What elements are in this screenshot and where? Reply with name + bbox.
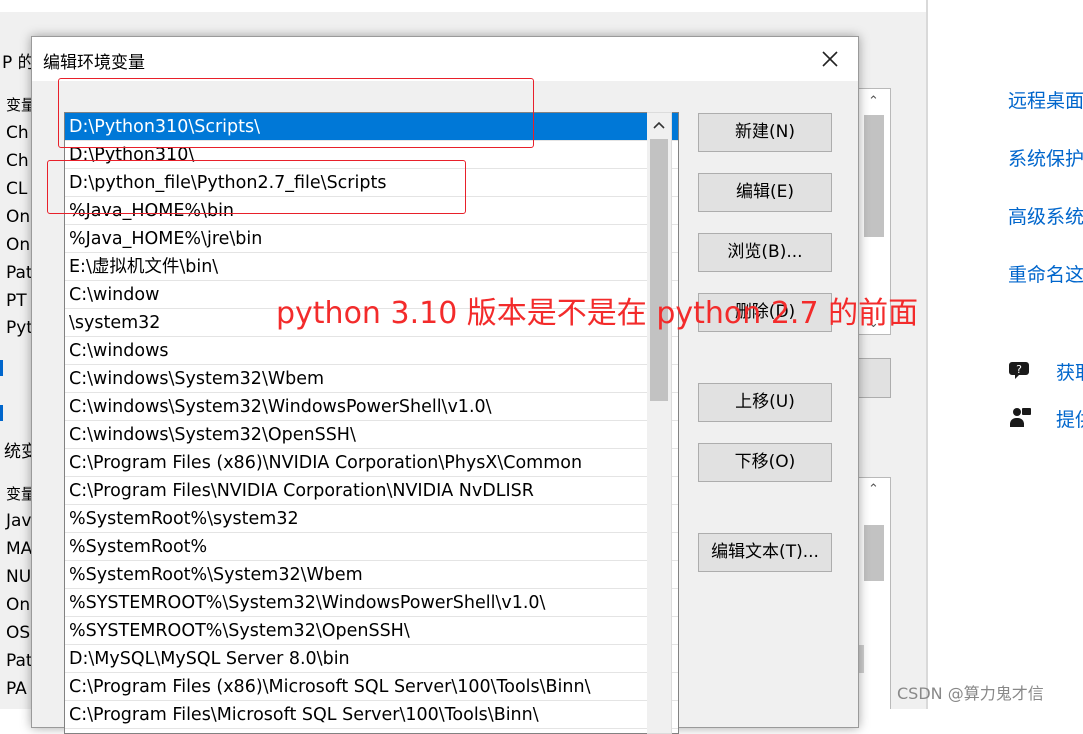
edit-button[interactable]: 编辑(E): [698, 173, 832, 212]
bg-fragment: On: [6, 207, 31, 227]
path-entry-row[interactable]: C:\windows\System32\Wbem: [65, 365, 678, 393]
watermark: CSDN @算力鬼才信: [897, 684, 1044, 703]
related-settings-panel: 远程桌面 系统保护 高级系统 重命名这 ? 获取 提供: [928, 0, 1083, 709]
link-rename-pc[interactable]: 重命名这: [1008, 260, 1083, 287]
link-remote-desktop[interactable]: 远程桌面: [1008, 86, 1083, 113]
bg-fragment: Pyt: [6, 318, 33, 338]
svg-text:?: ?: [1016, 363, 1022, 376]
bg-scroll-thumb: [864, 115, 884, 237]
link-advanced-system[interactable]: 高级系统: [1008, 202, 1083, 229]
list-scrollbar[interactable]: [647, 112, 672, 734]
dialog-titlebar: 编辑环境变量: [32, 37, 858, 81]
highlight-box-python310: [58, 78, 534, 148]
path-entry-row[interactable]: C:\windows: [65, 337, 678, 365]
path-entry-row[interactable]: D:\MySQL\MySQL Server 8.0\bin: [65, 645, 678, 673]
chevron-up-icon[interactable]: [647, 113, 671, 137]
close-icon[interactable]: [816, 45, 844, 73]
scrollbar-thumb[interactable]: [650, 139, 668, 401]
move-up-button[interactable]: 上移(U): [698, 383, 832, 422]
bg-button: [856, 358, 891, 398]
bg-fragment: CL: [6, 179, 28, 199]
chevron-up-icon: ⌃: [868, 94, 879, 109]
path-entry-row[interactable]: %SystemRoot%\system32: [65, 505, 678, 533]
bg-fragment: MA: [6, 539, 33, 559]
path-entry-row[interactable]: %SYSTEMROOT%\System32\WindowsPowerShell\…: [65, 589, 678, 617]
bg-link-mark: [0, 405, 3, 421]
bg-fragment: OS: [6, 623, 31, 643]
bg-link-mark: [0, 360, 3, 376]
link-get-help[interactable]: 获取: [1056, 358, 1083, 385]
bg-fragment: Pat: [6, 651, 33, 671]
bg-fragment: Pat: [6, 263, 33, 283]
path-entry-row[interactable]: C:\Program Files (x86)\NVIDIA Corporatio…: [65, 449, 678, 477]
bg-fragment: Ch: [6, 123, 29, 143]
path-entry-row[interactable]: E:\虚拟机文件\bin\: [65, 253, 678, 281]
chevron-up-icon: ⌃: [868, 482, 879, 497]
background-top-strip: [0, 0, 928, 12]
bg-fragment: PA: [6, 679, 27, 699]
link-give-feedback[interactable]: 提供: [1056, 405, 1083, 432]
browse-button[interactable]: 浏览(B)...: [698, 233, 832, 272]
bg-fragment: P 的: [2, 53, 35, 73]
path-entry-row[interactable]: C:\Program Files\Microsoft SQL Server\10…: [65, 701, 678, 729]
annotation-note: python 3.10 版本是不是在 python 2.7 的前面: [276, 296, 919, 331]
path-entry-row[interactable]: %SystemRoot%: [65, 533, 678, 561]
dialog-title: 编辑环境变量: [43, 53, 145, 73]
bg-fragment: On: [6, 595, 31, 615]
move-down-button[interactable]: 下移(O): [698, 443, 832, 482]
path-entry-row[interactable]: %SystemRoot%\System32\Wbem: [65, 561, 678, 589]
path-entry-row[interactable]: C:\Program Files\NVIDIA Corporation\NVID…: [65, 477, 678, 505]
path-entry-row[interactable]: C:\windows\System32\OpenSSH\: [65, 421, 678, 449]
link-system-protection[interactable]: 系统保护: [1008, 144, 1083, 171]
path-entry-row[interactable]: C:\Program Files (x86)\Microsoft SQL Ser…: [65, 673, 678, 701]
bg-system-var-list: [856, 477, 891, 709]
bg-scroll-thumb: [864, 525, 884, 581]
new-button[interactable]: 新建(N): [698, 113, 832, 152]
path-entry-row[interactable]: %Java_HOME%\jre\bin: [65, 225, 678, 253]
bg-fragment: Jav: [6, 511, 32, 531]
path-entry-row[interactable]: C:\windows\System32\WindowsPowerShell\v1…: [65, 393, 678, 421]
edit-text-button[interactable]: 编辑文本(T)...: [698, 533, 832, 572]
bg-fragment: PT: [6, 291, 27, 311]
bg-fragment: On: [6, 235, 31, 255]
bg-fragment: NU: [6, 567, 32, 587]
bg-fragment: Ch: [6, 151, 29, 171]
help-chat-icon: ?: [1009, 362, 1029, 379]
path-entry-row[interactable]: %SYSTEMROOT%\System32\OpenSSH\: [65, 617, 678, 645]
feedback-person-icon: [1010, 408, 1031, 427]
highlight-box-python27: [47, 160, 466, 214]
